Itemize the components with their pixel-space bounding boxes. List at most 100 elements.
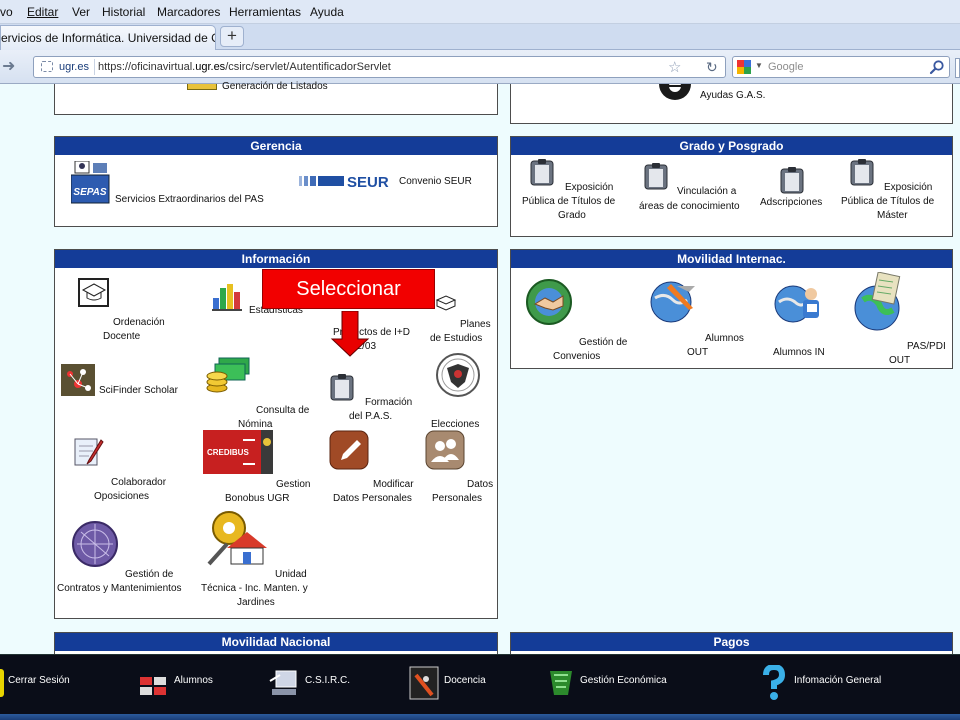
forward-icon[interactable]: ➜ [2,58,22,76]
label: Alumnos IN [773,347,825,358]
label: Gestión de [579,337,628,348]
item-unidad-tecnica[interactable]: Unidad Técnica - Inc. Manten. y Jardines [201,508,321,618]
reload-icon[interactable]: ↻ [706,59,718,76]
label: Exposición [884,182,933,193]
item-exposicion-master[interactable]: Exposición Pública de Títulos de Máster [839,159,949,233]
house-gear-icon [207,511,267,566]
item-consulta-nomina[interactable]: Consulta de Nómina [205,352,325,430]
menu-edit[interactable]: Editar [27,5,58,19]
menu-history[interactable]: Historial [102,5,145,19]
menu-tools[interactable]: Herramientas [229,5,301,19]
item-adscripciones[interactable]: Adscripciones [757,167,831,217]
label: Unidad [275,569,307,580]
item-modificar-datos[interactable]: Modificar Datos Personales [329,430,429,504]
folder-icon [780,167,804,194]
panel-gerencia: Gerencia SEPAS Servicios Extraordinarios… [54,136,498,227]
bottom-item-csirc[interactable]: C.S.I.R.C. [268,665,368,701]
item-datos-personales[interactable]: Datos Personales [425,430,499,504]
label: Gestión Económica [580,675,667,686]
bottom-item-gestion-economica[interactable]: Gestión Económica [546,665,686,701]
menu-view[interactable]: Ver [72,5,90,19]
item-colaborador-oposiciones[interactable]: Colaborador Oposiciones [71,436,191,502]
svg-text:SEPAS: SEPAS [73,187,106,198]
item-scifinder[interactable]: SciFinder Scholar [61,364,201,404]
item-ordenacion-docente[interactable]: Ordenación Docente [75,278,195,342]
item-planes-estudios[interactable]: Planes de Estudios [427,294,497,354]
question-mark-icon [763,665,786,700]
label: OUT [687,347,709,358]
menu-file[interactable]: vo [0,5,13,19]
svg-text:SEUR: SEUR [347,174,389,189]
os-taskbar-strip [0,714,960,720]
credibus-icon: CREDIBUS [203,430,273,474]
label: SciFinder Scholar [99,385,178,396]
bottom-item-alumnos[interactable]: Alumnos [138,665,228,701]
label: Contratos y Mantenimientos [57,583,182,594]
label: Oposiciones [94,491,150,502]
label: Pública de Títulos de [522,196,616,207]
seur-logo-icon: SEUR [299,174,389,189]
network-globe-icon [72,521,118,567]
panel-grado-title: Grado y Posgrado [511,137,952,155]
panel-gerencia-title: Gerencia [55,137,497,155]
book-icon [435,295,457,311]
label: OUT [889,355,911,366]
item-elecciones[interactable]: Elecciones [427,352,497,430]
menu-bar: vo Editar Ver Historial Marcadores Herra… [0,0,960,24]
tab-strip: ervicios de Informática. Universidad de … [0,24,960,50]
sepas-icon: SEPAS [71,161,110,204]
graduation-cap-icon [78,278,109,307]
menu-bookmarks[interactable]: Marcadores [157,5,220,19]
svg-text:CREDIBUS: CREDIBUS [207,448,249,457]
toolbar-overflow [955,58,960,78]
item-ayudas-gas[interactable]: Ayudas G.A.S. [700,90,765,101]
panel-grado-posgrado: Grado y Posgrado Exposición Pública de T… [510,136,953,237]
panel-top-left: Generación de Listados [54,81,498,115]
bottom-item-informacion-general[interactable]: Infomación General [760,665,910,701]
label: Exposición [565,182,614,193]
search-box[interactable]: ▼ Google [732,56,950,78]
item-generacion-listados[interactable]: Generación de Listados [222,81,328,92]
item-formacion-pas[interactable]: Formación del P.A.S. [327,374,427,424]
label: Técnica - Inc. Manten. y [201,583,308,594]
money-icon [206,357,250,393]
molecule-icon [61,364,95,396]
label: Modificar [373,479,414,490]
label: Docente [103,331,141,342]
search-input[interactable]: Google [768,61,803,73]
search-icon[interactable] [929,59,945,75]
item-pas-pdi-out[interactable]: PAS/PDI OUT [853,272,953,366]
item-gestion-convenios[interactable]: Gestión de Convenios [525,278,635,362]
label: Alumnos [705,333,744,344]
label: Máster [877,210,908,221]
item-gestion-bonobus[interactable]: CREDIBUS Gestion Bonobus UGR [201,430,321,504]
panel-movilidad-internac-title: Movilidad Internac. [511,250,952,268]
site-identity[interactable]: ugr.es [37,59,95,75]
bottom-navigation: Cerrar Sesión Alumnos C.S.I.R.C. Docenci… [0,654,960,720]
label: PAS/PDI [907,341,946,352]
label: Vinculación a [677,186,737,197]
url-bar[interactable]: ugr.es https://oficinavirtual.ugr.es/csi… [33,56,726,78]
label: Gestion [276,479,311,490]
panel-movilidad-nacional-title: Movilidad Nacional [55,633,497,651]
students-icon [140,677,166,695]
url-text[interactable]: https://oficinavirtual.ugr.es/csirc/serv… [98,61,391,73]
listados-icon [187,84,217,90]
new-tab-button[interactable]: + [220,26,244,47]
item-gestion-contratos[interactable]: Gestión de Contratos y Mantenimientos [57,520,197,594]
star-icon[interactable]: ☆ [668,58,681,76]
item-vinculacion-areas[interactable]: Vinculación a áreas de conocimiento [637,163,749,223]
item-alumnos-in[interactable]: Alumnos IN [769,280,849,360]
item-alumnos-out[interactable]: Alumnos OUT [649,278,749,358]
menu-help[interactable]: Ayuda [310,5,344,19]
item-exposicion-grado[interactable]: Exposición Pública de Títulos de Grado [519,159,629,233]
google-icon[interactable] [737,60,751,74]
tab-active[interactable]: ervicios de Informática. Universidad de … [0,25,216,50]
navigation-bar: ➜ ugr.es https://oficinavirtual.ugr.es/c… [0,50,960,84]
chevron-down-icon[interactable]: ▼ [755,61,763,70]
bottom-item-docencia[interactable]: Docencia [408,665,508,701]
label: Jardines [237,597,275,608]
bottom-item-cerrar-sesion[interactable]: Cerrar Sesión [0,665,80,701]
edit-pen-icon [329,430,369,470]
folder-icon [644,163,668,190]
